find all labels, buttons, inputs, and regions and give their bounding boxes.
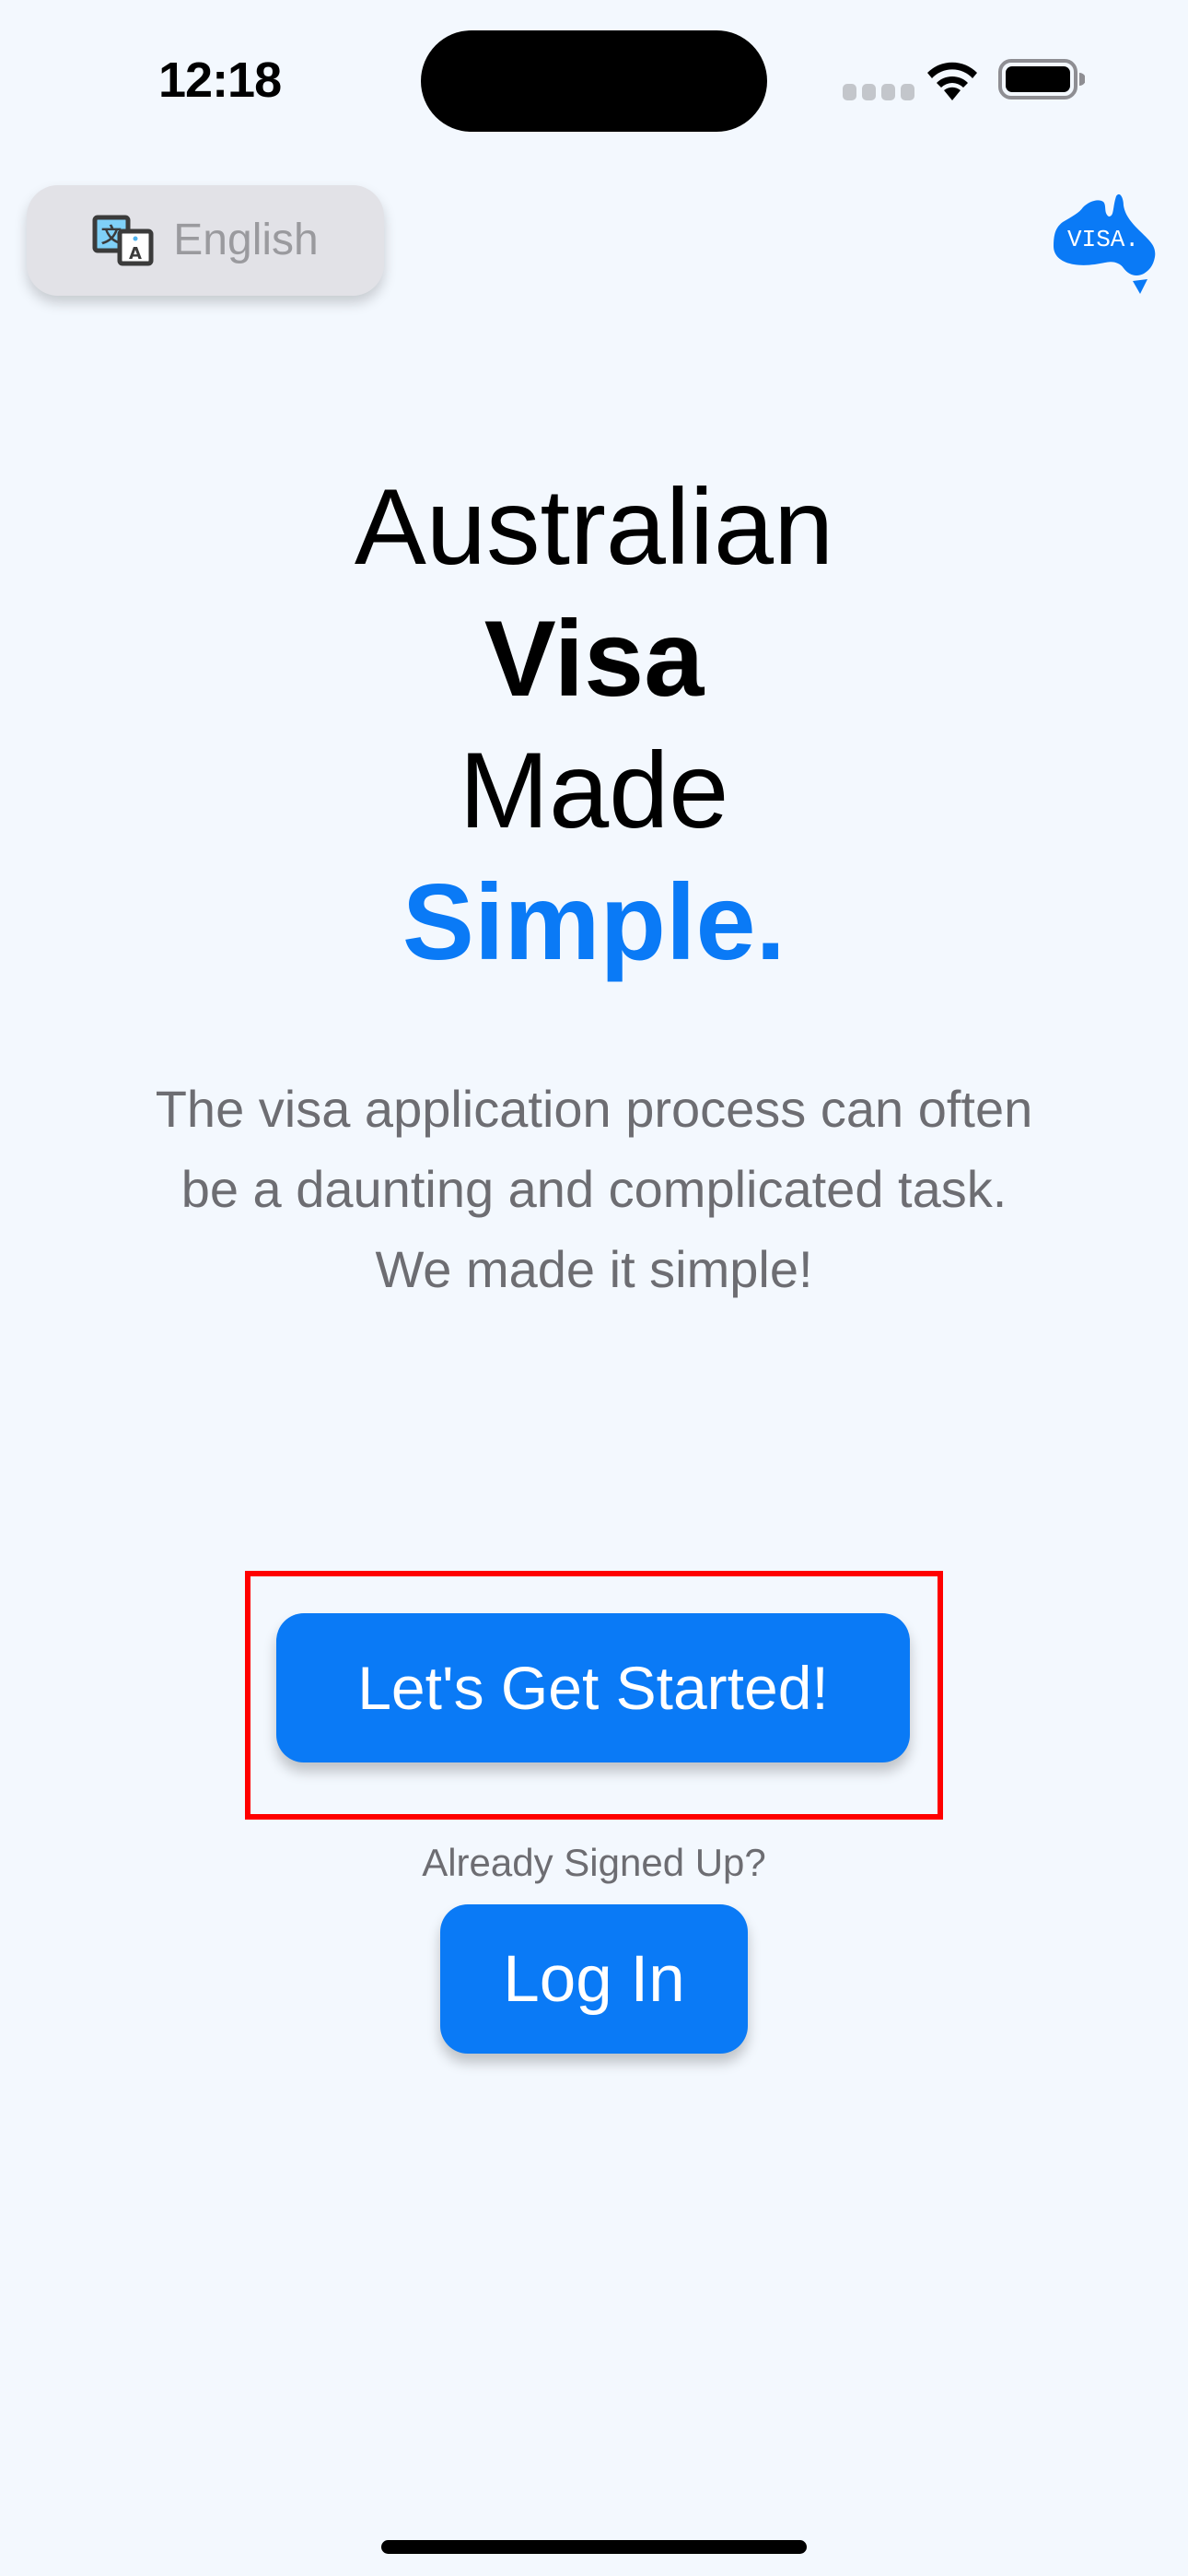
hero-headline: Australian Visa Made Simple. — [0, 461, 1188, 988]
logo-text: VISA. — [1067, 226, 1139, 253]
language-label: English — [173, 216, 319, 264]
headline-line-australian: Australian — [354, 466, 834, 587]
headline-line-visa: Visa — [483, 598, 705, 719]
status-bar-time: 12:18 — [158, 53, 282, 108]
tagline-line: We made it simple! — [375, 1240, 813, 1298]
tagline-line: be a daunting and complicated task. — [181, 1160, 1007, 1218]
svg-text:A: A — [129, 244, 142, 263]
battery-icon — [998, 59, 1085, 100]
get-started-button[interactable]: Let's Get Started! — [276, 1613, 910, 1762]
language-selector-button[interactable]: 文 A English — [27, 185, 384, 296]
home-indicator[interactable] — [381, 2540, 807, 2554]
login-button[interactable]: Log In — [440, 1904, 748, 2054]
already-signed-up-label: Already Signed Up? — [422, 1841, 766, 1884]
tagline-line: The visa application process can often — [155, 1080, 1033, 1138]
wifi-icon — [927, 62, 977, 100]
hero-tagline: The visa application process can often b… — [111, 1069, 1077, 1309]
dynamic-island — [421, 30, 767, 132]
headline-line-simple: Simple. — [402, 861, 786, 982]
cellular-signal-icon — [843, 84, 918, 100]
headline-line-made: Made — [459, 730, 729, 850]
translate-icon: 文 A — [92, 215, 154, 266]
australia-map-logo-icon: VISA. — [1054, 193, 1156, 294]
